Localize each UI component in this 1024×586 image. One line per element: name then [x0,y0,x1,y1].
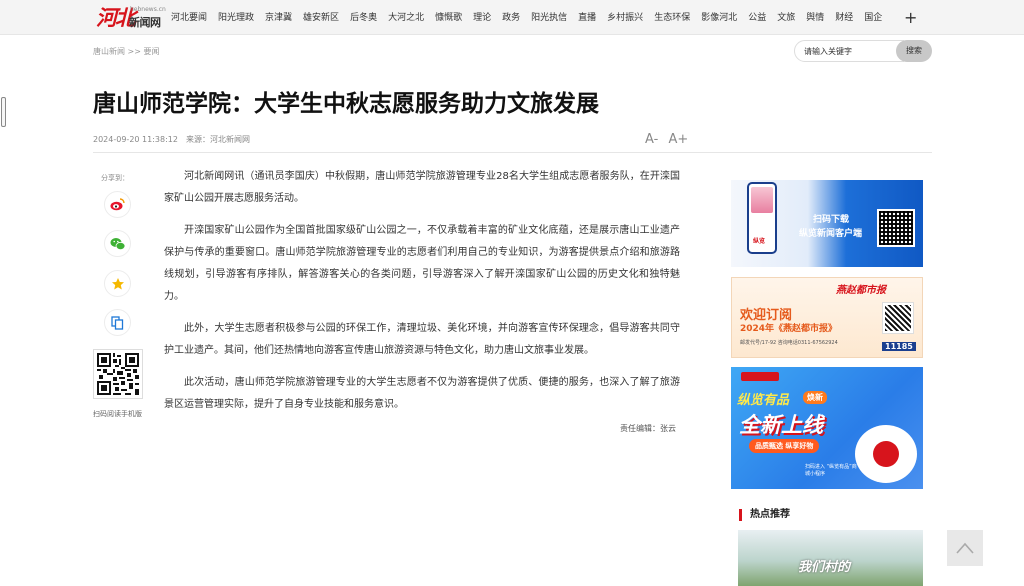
ad1-brand: 纵览 [753,238,766,245]
ad3-headline: 全新上线 [739,413,823,437]
nav-item[interactable]: 财经 [835,0,853,35]
ad2-line2: 2024年《燕赵都市报》 [740,324,838,334]
article-paragraph: 开滦国家矿山公园作为全国首批国家级矿山公园之一，不仅承载着丰富的矿业文化底蕴，还… [164,225,680,302]
main-nav: 河北要闻 阳光理政 京津冀 雄安新区 后冬奥 大河之北 慷慨歌 理论 政务 阳光执信 直播 乡村振兴生… [171,0,893,35]
search-box: 搜索 [794,40,932,62]
article-editor: 责任编辑：张云 [620,424,676,433]
hot-recommend-title: 热点推荐 [739,509,790,521]
search-input[interactable] [794,40,904,62]
nav-item[interactable]: 雄安新区 [303,0,339,35]
share-copy-link-button[interactable] [104,309,131,336]
article-datetime: 2024-09-20 11:38:12 [93,135,178,144]
share-weibo-button[interactable] [104,191,131,218]
article-paragraph: 此外，大学生志愿者积极参与公园的环保工作，清理垃圾、美化环境，并向游客宣传环保理… [164,323,680,356]
wechat-icon [110,237,125,250]
ad1-qr-code [877,209,915,247]
nav-item[interactable]: 影像河北 [701,0,737,35]
site-logo[interactable]: 河北 hebnews.cn 新闻网 [96,5,166,31]
nav-item[interactable]: 文旅 [777,0,795,35]
mobile-qr-code [93,349,143,399]
nav-item[interactable]: 公益 [748,0,766,35]
ad1-line1: 扫码下载 [813,215,850,225]
phone-illustration: 纵览 [747,182,777,254]
ad2-code: 邮发代号/17-92 咨询电话0311-67562924 [740,340,838,346]
nav-item[interactable]: 后冬奥 [350,0,377,35]
nav-item[interactable]: 直播 [578,0,596,35]
ad2-qr-code [882,302,914,334]
nav-item[interactable]: 生态环保 [654,0,690,35]
nav-item[interactable]: 京津冀 [265,0,292,35]
ad3-qr-code [855,425,917,483]
header-divider [93,152,932,153]
logo-url-text: hebnews.cn [130,6,166,13]
favorite-icon [111,277,124,289]
share-favorite-button[interactable] [104,270,131,297]
nav-item[interactable]: 慷慨歌 [435,0,462,35]
nav-item[interactable]: 国企 [864,0,882,35]
share-wechat-button[interactable] [104,230,131,257]
hot-image-caption: 我们村的 [798,560,851,575]
ad3-sub: 品质甄选 纵享好物 [749,439,820,453]
font-smaller-button[interactable]: A- [645,132,658,147]
ad3-qr-note: 扫码进入 “纵览有品”商城小程序 [805,464,857,477]
back-to-top-button[interactable] [947,530,983,566]
page-scrollbar[interactable] [1,97,6,127]
share-label: 分享到： [101,174,129,182]
nav-item[interactable]: 阳光理政 [218,0,254,35]
nav-item[interactable]: 乡村振兴 [607,0,643,35]
ad3-brand: 纵览有品 [737,393,790,408]
nav-more-icon[interactable]: + [904,8,917,28]
nav-item[interactable]: 理论 [473,0,491,35]
weibo-icon [110,198,125,211]
top-nav-bar: 河北 hebnews.cn 新闻网 河北要闻 阳光理政 京津冀 雄安新区 后冬奥 大河之北… [0,0,1024,35]
nav-item[interactable]: 舆情 [806,0,824,35]
app-download-banner[interactable]: 纵览 扫码下载 纵览新闻客户端 [731,180,923,267]
font-size-controls: A- A+ [645,132,694,147]
newspaper-subscription-banner[interactable]: 燕赵都市报 欢迎订阅 2024年《燕赵都市报》 邮发代号/17-92 咨询电话0… [731,277,923,358]
qr-caption: 扫码阅读手机版 [93,410,142,418]
article-body: 河北新闻网讯（通讯员李国庆）中秋假期，唐山师范学院旅游管理专业28名大学生组成志… [164,166,680,426]
nav-item[interactable]: 阳光执信 [531,0,567,35]
ad2-hotline: 11185 [882,342,916,351]
ad2-brand: 燕赵都市报 [836,285,886,296]
article-paragraph: 此次活动，唐山师范学院旅游管理专业的大学生志愿者不仅为游客提供了优质、便捷的服务… [164,377,680,410]
article-title: 唐山师范学院：大学生中秋志愿服务助力文旅发展 [93,91,599,117]
nav-item[interactable]: 大河之北 [388,0,424,35]
copy-link-icon [111,315,124,330]
nav-item[interactable]: 政务 [502,0,520,35]
chevron-up-icon [956,542,974,554]
breadcrumb[interactable]: 唐山新闻 >> 要闻 [93,46,160,57]
search-button[interactable]: 搜索 [896,40,932,62]
article-source: 来源：河北新闻网 [185,135,250,144]
logo-text: 新闻网 [129,16,161,29]
ad1-line2: 纵览新闻客户端 [799,229,863,239]
nav-item[interactable]: 河北要闻 [171,0,207,35]
article-meta: 2024-09-20 11:38:12 来源：河北新闻网 [93,134,250,145]
font-larger-button[interactable]: A+ [668,132,688,147]
article-paragraph: 河北新闻网讯（通讯员李国庆）中秋假期，唐山师范学院旅游管理专业28名大学生组成志… [164,171,680,204]
ad3-tag: 焕新 [803,391,827,404]
mall-launch-banner[interactable]: 纵览有品 焕新 全新上线 品质甄选 纵享好物 扫码进入 “纵览有品”商城小程序 [731,367,923,489]
hot-recommend-image[interactable]: 我们村的 [738,530,923,586]
